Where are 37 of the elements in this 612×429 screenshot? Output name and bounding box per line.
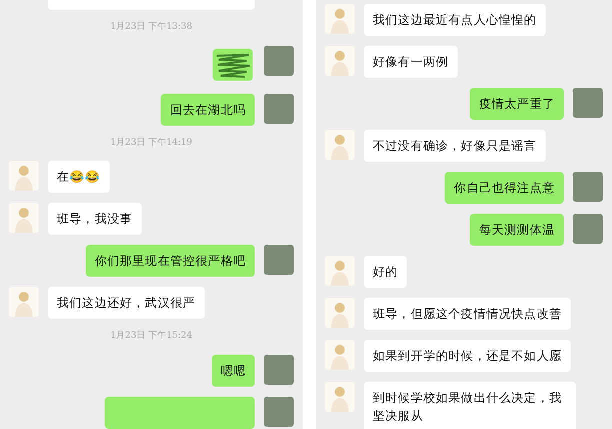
message-bubble: 在😂😂 xyxy=(48,161,110,194)
message-bubble: 疫情太严重了 xyxy=(470,88,564,120)
avatar-silhouette xyxy=(325,46,355,76)
avatar-photo-placeholder xyxy=(264,46,294,76)
message-bubble: 嗯嗯 xyxy=(212,355,255,388)
avatar-silhouette xyxy=(325,340,355,370)
message-bubble: 好的 xyxy=(364,256,408,288)
avatar-photo-placeholder xyxy=(573,214,603,244)
avatar-silhouette xyxy=(325,256,355,286)
avatar-silhouette xyxy=(9,203,39,234)
message-bubble: 不过没有确诊，好像只是谣言 xyxy=(364,130,546,162)
message-bubble: 班导，我没事 xyxy=(48,203,142,236)
avatar-photo-placeholder xyxy=(264,94,294,124)
avatar-photo-placeholder xyxy=(264,355,294,386)
message-bubble: 你们那里现在管控很严格吧 xyxy=(86,245,255,278)
avatar-silhouette xyxy=(325,4,355,34)
avatar-silhouette xyxy=(325,382,355,412)
avatar-silhouette xyxy=(325,130,355,160)
message-bubble: 我们这边还好，武汉很严 xyxy=(48,287,205,320)
timestamp: 1月23日 下午13:38 xyxy=(110,21,192,34)
message-bubble: 回去在湖北吗 xyxy=(161,94,255,126)
avatar-silhouette xyxy=(9,287,39,318)
message-bubble: 班导，但愿这个疫情情况快点改善 xyxy=(364,298,571,330)
timestamp: 1月23日 下午14:19 xyxy=(110,136,192,150)
message-bubble: 如果到开学的时候，还是不如人愿 xyxy=(364,340,571,372)
avatar-photo-placeholder xyxy=(264,397,294,428)
message-bubble: 每天测测体温 xyxy=(470,214,564,246)
timestamp: 1月23日 下午15:24 xyxy=(110,330,192,344)
message-bubble: 我们这边最近有点人心惶惶的 xyxy=(364,4,546,36)
avatar-photo-placeholder xyxy=(573,88,603,118)
avatar-photo-placeholder xyxy=(264,245,294,276)
avatar-photo-placeholder xyxy=(573,172,603,202)
message-bubble: 你自己也得注点意 xyxy=(445,172,564,204)
avatar-silhouette xyxy=(325,298,355,328)
message-bubble: 好像有一两例 xyxy=(364,46,458,78)
message-bubble: 到时候学校如果做出什么决定，我坚决服从 xyxy=(364,382,576,429)
avatar-silhouette xyxy=(9,161,39,192)
